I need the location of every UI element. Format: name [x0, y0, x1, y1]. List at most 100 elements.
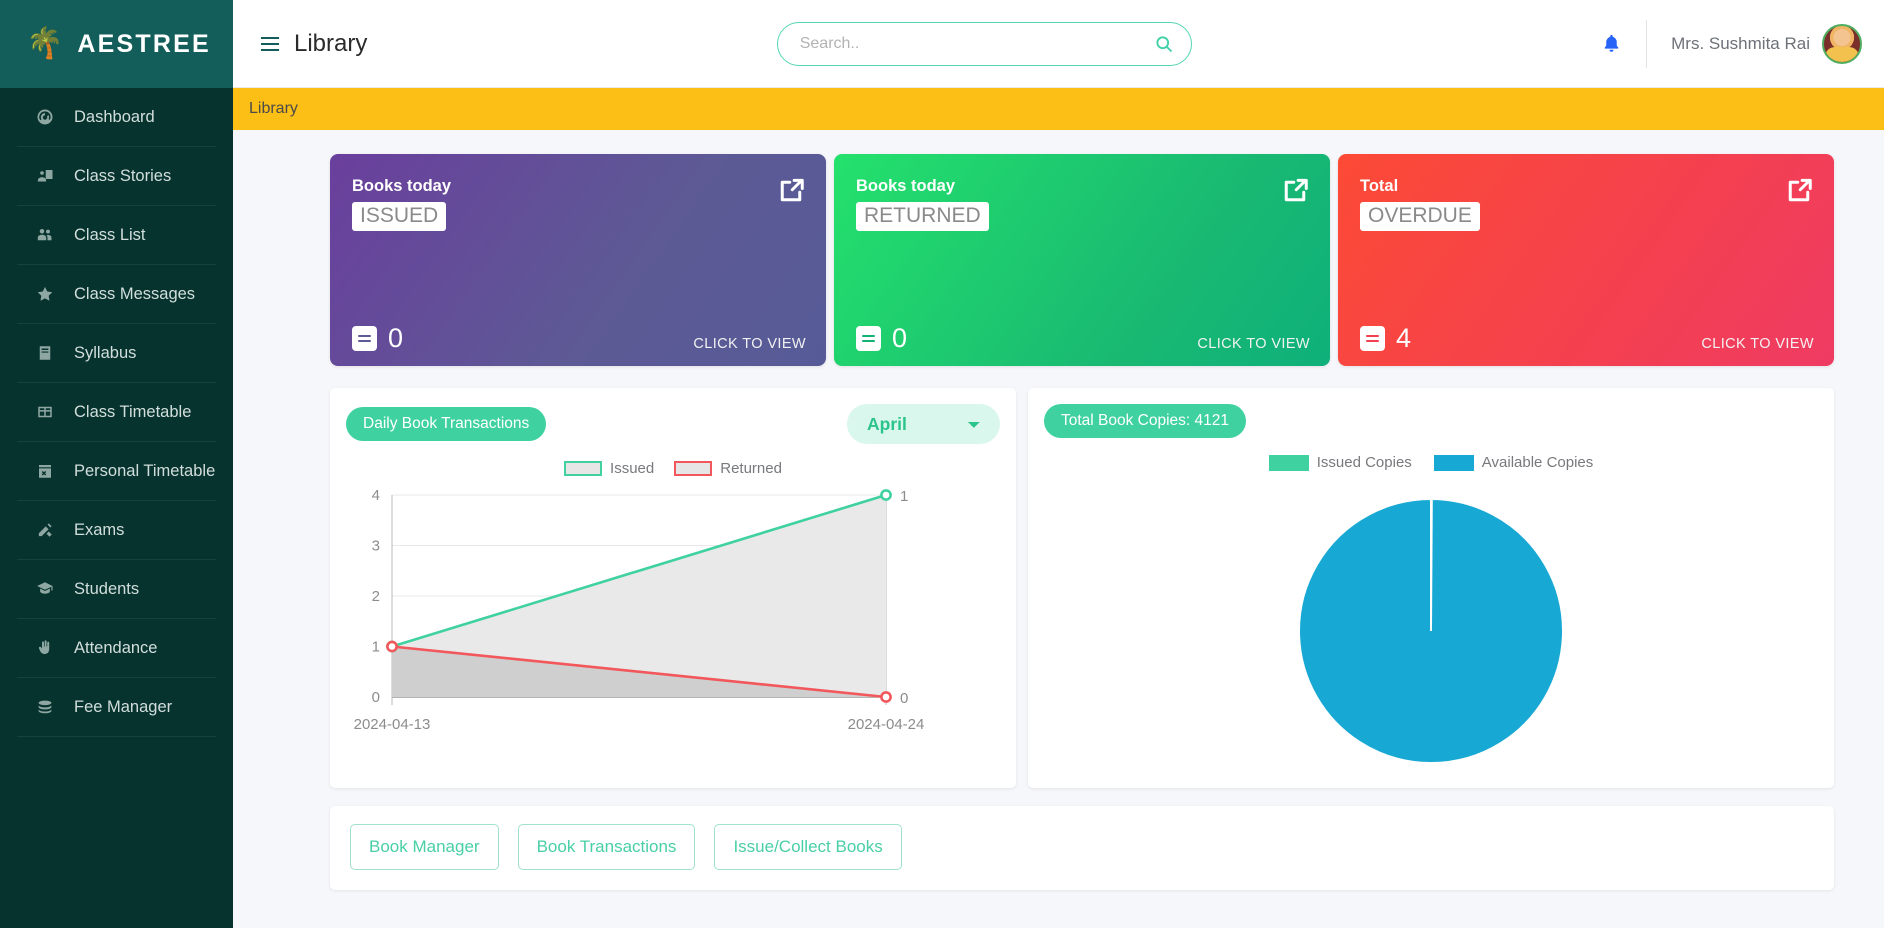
stat-card-count: 0: [892, 323, 908, 353]
tab-book-transactions[interactable]: Book Transactions: [517, 824, 696, 870]
library-tabs-panel: Book Manager Book Transactions Issue/Col…: [330, 806, 1834, 890]
legend-item-available-copies[interactable]: Available Copies: [1433, 454, 1594, 471]
sidebar-nav: Dashboard Class Stories Class List Class…: [0, 88, 233, 928]
pie-chart: [1044, 481, 1818, 781]
legend-label: Issued: [610, 460, 655, 477]
sidebar-item-label: Exams: [74, 520, 125, 539]
topbar-search-area: [367, 21, 1601, 66]
sidebar-item-class-timetable[interactable]: Class Timetable: [17, 383, 216, 442]
sidebar-item-class-stories[interactable]: Class Stories: [17, 147, 216, 206]
sidebar-item-label: Students: [74, 579, 140, 598]
top-navbar: Library Mrs. Sushmita Rai: [233, 0, 1884, 88]
breadcrumb-item-library[interactable]: Library: [249, 100, 298, 118]
search-icon[interactable]: [1153, 33, 1175, 55]
svg-text:0: 0: [372, 689, 380, 706]
panel-header: Total Book Copies: 4121: [1044, 404, 1818, 438]
svg-text:4: 4: [372, 487, 380, 504]
avatar[interactable]: [1822, 23, 1862, 64]
stat-card-returned[interactable]: Books today RETURNED 0 CLICK TO VIEW: [834, 154, 1330, 366]
legend-swatch-issued-copies: [1268, 454, 1309, 471]
sidebar-item-label: Class Messages: [74, 284, 196, 303]
sidebar-item-students[interactable]: Students: [17, 560, 216, 619]
sidebar-item-personal-timetable[interactable]: Personal Timetable: [17, 442, 216, 501]
search-input[interactable]: [777, 22, 1191, 65]
stat-card-count: 0: [388, 323, 404, 353]
stat-card-overdue[interactable]: Total OVERDUE 4 CLICK TO VIEW: [1338, 154, 1834, 366]
legend-swatch-returned: [674, 461, 713, 476]
month-select[interactable]: JanuaryFebruaryMarchAprilMayJuneJulyAugu…: [847, 404, 1000, 444]
hamburger-icon[interactable]: [261, 36, 279, 51]
hand-icon: [34, 637, 56, 659]
total-copies-badge: Total Book Copies: 4121: [1044, 404, 1247, 438]
charts-row: Daily Book Transactions JanuaryFebruaryM…: [233, 366, 1884, 788]
stat-card-issued[interactable]: Books today ISSUED 0 CLICK TO VIEW: [330, 154, 826, 366]
svg-text:2024-04-24: 2024-04-24: [848, 716, 925, 733]
svg-text:0: 0: [900, 690, 908, 707]
svg-text:1: 1: [900, 488, 908, 505]
svg-text:2: 2: [372, 588, 380, 605]
click-to-view-link[interactable]: CLICK TO VIEW: [693, 336, 806, 352]
legend-label: Issued Copies: [1316, 454, 1412, 471]
stat-cards-row: Books today ISSUED 0 CLICK TO VIEW Books…: [233, 130, 1884, 366]
external-link-icon[interactable]: [776, 176, 806, 206]
breadcrumb: Library: [233, 88, 1884, 130]
sidebar-item-dashboard[interactable]: Dashboard: [17, 88, 216, 147]
pie-chart-svg: [1298, 497, 1564, 764]
graduate-icon: [34, 578, 56, 600]
legend-item-issued-copies[interactable]: Issued Copies: [1268, 454, 1412, 471]
sidebar-item-label: Attendance: [74, 638, 158, 657]
status-badge: RETURNED: [856, 201, 989, 231]
search-box: [776, 21, 1192, 66]
page-title: Library: [294, 29, 368, 57]
click-to-view-link[interactable]: CLICK TO VIEW: [1197, 336, 1310, 352]
topbar-left: Library: [233, 30, 367, 58]
stat-card-title: Books today: [856, 177, 956, 195]
tab-issue-collect-books[interactable]: Issue/Collect Books: [714, 824, 902, 870]
daily-transactions-panel: Daily Book Transactions JanuaryFebruaryM…: [330, 388, 1016, 788]
sidebar-item-class-list[interactable]: Class List: [17, 206, 216, 265]
legend-item-issued[interactable]: Issued: [564, 460, 654, 477]
calendar-icon: [34, 460, 56, 482]
book-stack-icon: [856, 326, 881, 351]
star-icon: [34, 283, 56, 305]
status-badge: OVERDUE: [1360, 201, 1480, 231]
tab-book-manager[interactable]: Book Manager: [350, 824, 499, 870]
legend-swatch-issued: [564, 461, 603, 476]
line-chart: 0 1 2 3 4 1 0 2024-04-13 2024-04-24: [346, 483, 1000, 763]
sidebar-item-label: Personal Timetable: [74, 461, 216, 480]
sidebar-item-label: Class Stories: [74, 166, 172, 185]
pie-slice[interactable]: [1298, 497, 1564, 764]
brand-logo[interactable]: 🌴 AESTREE: [0, 0, 233, 88]
sidebar-item-exams[interactable]: Exams: [17, 501, 216, 560]
dashboard-icon: [34, 106, 56, 128]
user-name: Mrs. Sushmita Rai: [1671, 33, 1810, 53]
sidebar-item-fee-manager[interactable]: Fee Manager: [17, 678, 216, 737]
sidebar-item-label: Fee Manager: [74, 697, 173, 716]
stat-card-count: 4: [1396, 323, 1412, 353]
book-stack-icon: [1360, 326, 1385, 351]
bell-icon[interactable]: [1601, 33, 1622, 54]
svg-text:2024-04-13: 2024-04-13: [354, 716, 431, 733]
coins-icon: [34, 696, 56, 718]
sidebar-item-attendance[interactable]: Attendance: [17, 619, 216, 678]
status-badge: ISSUED: [352, 201, 447, 231]
svg-text:3: 3: [372, 538, 380, 555]
sidebar-item-class-messages[interactable]: Class Messages: [17, 265, 216, 324]
legend-swatch-available-copies: [1433, 454, 1474, 471]
sidebar-item-label: Syllabus: [74, 343, 137, 362]
topbar-divider: [1646, 19, 1648, 68]
sidebar-item-label: Dashboard: [74, 107, 155, 126]
pie-chart-legend: Issued Copies Available Copies: [1044, 454, 1818, 471]
sidebar-item-syllabus[interactable]: Syllabus: [17, 324, 216, 383]
external-link-icon[interactable]: [1280, 176, 1310, 206]
stat-card-title: Total: [1360, 177, 1399, 195]
legend-label: Available Copies: [1481, 454, 1594, 471]
legend-item-returned[interactable]: Returned: [674, 460, 782, 477]
sidebar: 🌴 AESTREE Dashboard Class Stories Class …: [0, 0, 233, 928]
topbar-right: Mrs. Sushmita Rai: [1601, 19, 1862, 68]
stat-card-title: Books today: [352, 177, 452, 195]
book-stack-icon: [352, 326, 377, 351]
click-to-view-link[interactable]: CLICK TO VIEW: [1701, 336, 1814, 352]
table-icon: [34, 401, 56, 423]
external-link-icon[interactable]: [1784, 176, 1814, 206]
